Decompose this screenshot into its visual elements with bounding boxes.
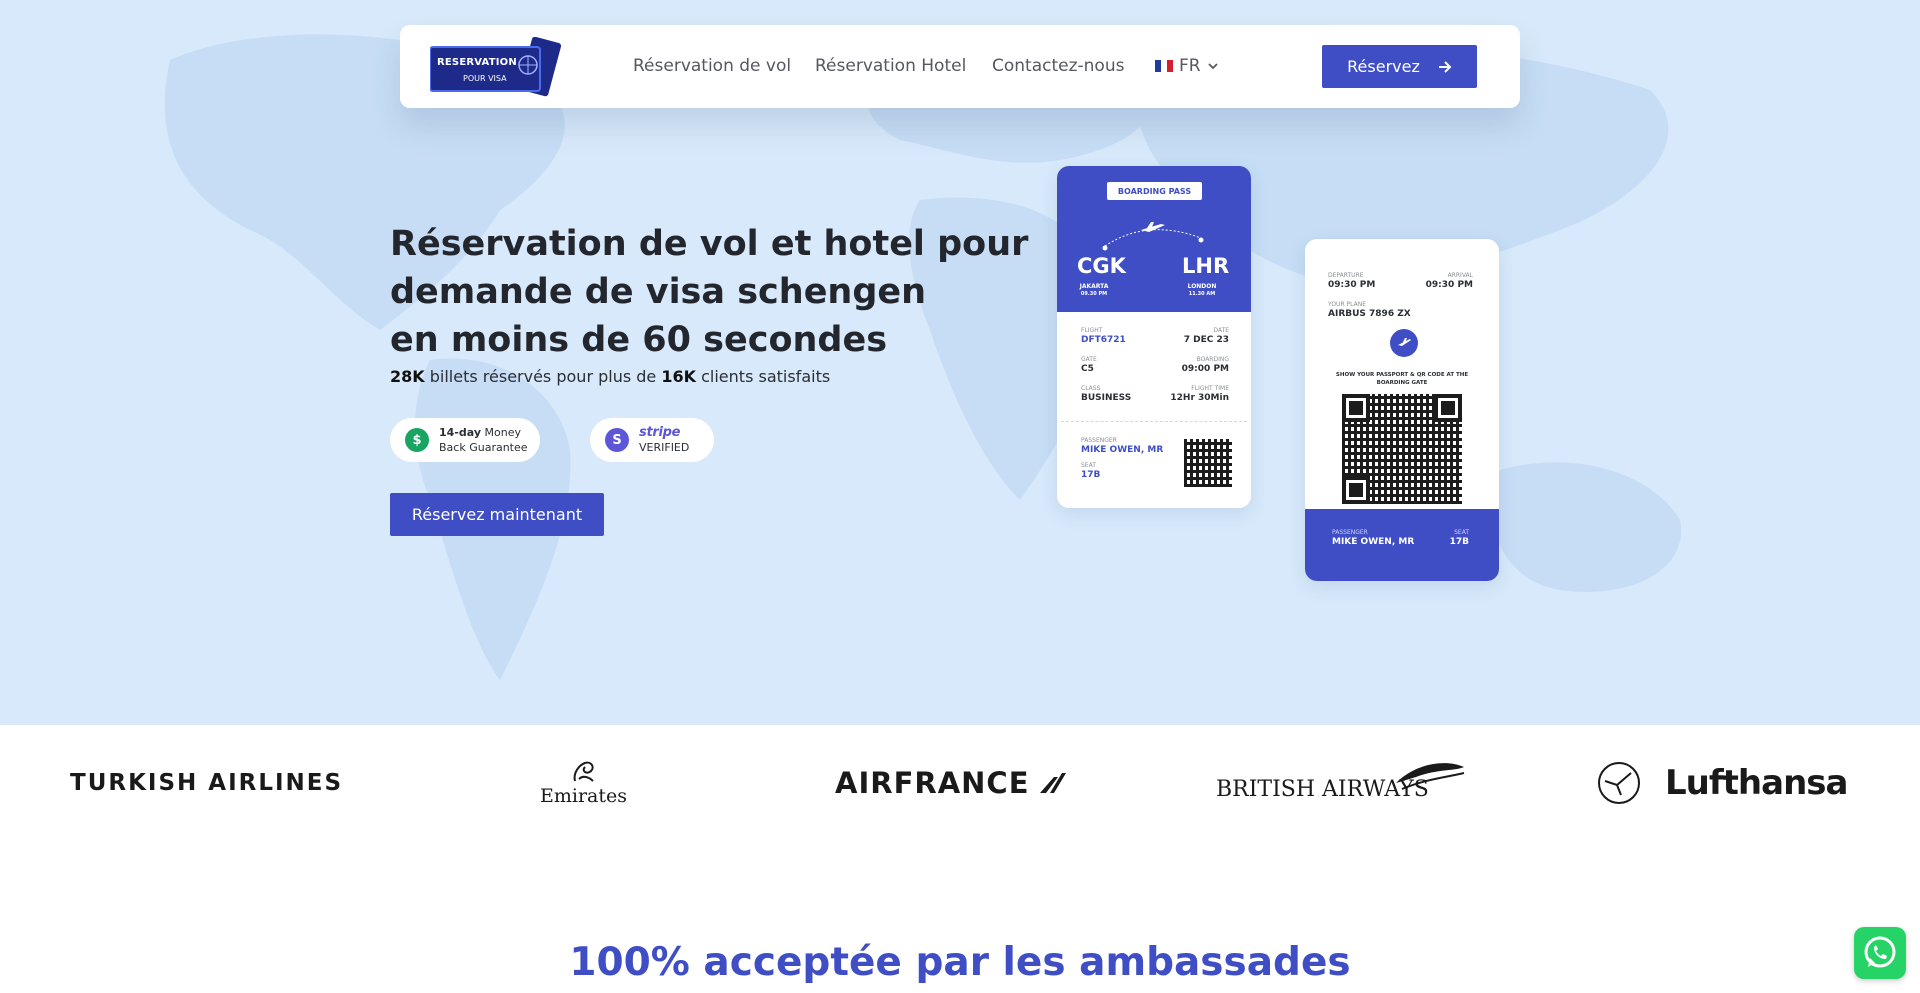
- air-france-logo: AIRFRANCE: [835, 755, 1066, 810]
- arrival-time: 09:30 PM: [1425, 280, 1473, 290]
- air-france-wordmark: AIRFRANCE: [835, 765, 1030, 800]
- guarantee-money: Money: [481, 426, 521, 439]
- origin-code: CGK: [1077, 254, 1126, 278]
- embassy-acceptance-heading: 100% acceptée par les ambassades: [569, 940, 1351, 985]
- seat-label-2: SEAT: [1454, 529, 1469, 536]
- boarding-label: BOARDING: [1196, 356, 1229, 363]
- stripe-verified-label: VERIFIED: [639, 441, 690, 454]
- class-value: BUSINESS: [1081, 393, 1132, 403]
- air-france-stripe-icon: [1039, 772, 1066, 793]
- nav-link-hotel[interactable]: Réservation Hotel: [815, 56, 966, 76]
- headline-line2: demande de visa schengen: [390, 272, 927, 312]
- emirates-emblem-icon: [573, 761, 594, 782]
- boarding-pass-header: BOARDING PASS CGK LHR JAKARTA LONDON 09.…: [1057, 166, 1251, 312]
- hero-section: RESERVATION POUR VISA Réservation de vol…: [0, 0, 1920, 725]
- clients-count: 16K: [661, 367, 697, 386]
- money-back-badge: $ 14-day Money Back Guarantee: [390, 418, 540, 462]
- passenger-name-2: MIKE OWEN, MR: [1332, 537, 1415, 547]
- airline-logos-strip: TURKISH AIRLINES Emirates AIRFRANCE BRIT…: [0, 725, 1920, 837]
- british-airways-logo: BRITISH AIRWAYS: [1216, 755, 1465, 810]
- departure-label: DEPARTURE: [1328, 272, 1364, 279]
- stripe-s-icon: S: [605, 428, 629, 452]
- airplane-icon: [1390, 329, 1418, 357]
- destination-code: LHR: [1182, 254, 1230, 278]
- crane-icon: [1598, 761, 1640, 804]
- seat-label: SEAT: [1081, 462, 1096, 469]
- france-flag-icon: [1155, 60, 1173, 72]
- boarding-pass-footer: PASSENGER MIKE OWEN, MR SEAT 17B: [1305, 509, 1499, 581]
- emirates-logo: Emirates: [540, 755, 627, 810]
- flight-date: 7 DEC 23: [1183, 335, 1229, 345]
- passenger-name: MIKE OWEN, MR: [1081, 445, 1164, 455]
- departure-time: 09:30 PM: [1328, 280, 1376, 290]
- passenger-label: PASSENGER: [1081, 437, 1117, 444]
- subtitle-mid: billets réservés pour plus de: [424, 367, 662, 386]
- guarantee-line2: Back Guarantee: [439, 441, 528, 454]
- chevron-down-icon: [1207, 63, 1218, 70]
- headline-line1: Réservation de vol et hotel pour: [390, 224, 1029, 264]
- qr-corner-tl: [1342, 394, 1370, 422]
- logo-text-line1: RESERVATION: [437, 57, 517, 68]
- gate-value: C5: [1081, 364, 1094, 374]
- flight-time-label: FLIGHT TIME: [1191, 385, 1229, 392]
- class-label: CLASS: [1081, 385, 1101, 392]
- dollar-icon: $: [405, 428, 429, 452]
- flight-time-value: 12Hr 30Min: [1170, 393, 1229, 403]
- hero-headline: Réservation de vol et hotel pour demande…: [390, 220, 1029, 364]
- arrival-label: ARRIVAL: [1447, 272, 1473, 279]
- qr-corner-tr: [1434, 394, 1462, 422]
- turkish-airlines-logo: TURKISH AIRLINES: [70, 769, 344, 796]
- destination-time: 11.30 AM: [1188, 291, 1216, 297]
- plane-label: YOUR PLANE: [1328, 301, 1367, 308]
- stripe-brand: stripe: [639, 425, 681, 440]
- whatsapp-button[interactable]: [1854, 927, 1906, 979]
- site-logo[interactable]: RESERVATION POUR VISA: [429, 36, 566, 97]
- boarding-pass-back: DEPARTURE 09:30 PM ARRIVAL 09:30 PM YOUR…: [1305, 239, 1499, 581]
- passenger-label-2: PASSENGER: [1332, 529, 1368, 536]
- destination-city: LONDON: [1187, 283, 1217, 290]
- seat-value: 17B: [1081, 470, 1101, 480]
- boarding-pass-front: BOARDING PASS CGK LHR JAKARTA LONDON 09.…: [1057, 166, 1251, 508]
- reserve-button-label: Réservez: [1347, 57, 1420, 76]
- origin-time: 09.30 PM: [1080, 291, 1108, 297]
- stripe-verified-badge: S stripe VERIFIED: [590, 418, 714, 462]
- guarantee-days: 14-day: [439, 426, 482, 439]
- logo-text-line2: POUR VISA: [463, 74, 507, 83]
- emirates-wordmark: Emirates: [540, 784, 628, 807]
- tickets-count: 28K: [390, 367, 425, 386]
- boarding-pass-label: BOARDING PASS: [1107, 182, 1202, 200]
- headline-line3: en moins de 60 secondes: [390, 320, 888, 360]
- qr-instruction: SHOW YOUR PASSPORT & QR CODE AT THE BOAR…: [1335, 372, 1469, 386]
- reserve-now-button[interactable]: Réservez maintenant: [390, 493, 604, 536]
- flight-path-icon: [1102, 222, 1204, 251]
- seat-value-2: 17B: [1449, 537, 1469, 547]
- language-label: FR: [1179, 56, 1201, 76]
- whatsapp-icon: [1864, 936, 1896, 968]
- lufthansa-logo: Lufthansa: [1597, 755, 1848, 810]
- top-navigation: RESERVATION POUR VISA Réservation de vol…: [400, 25, 1520, 108]
- language-selector[interactable]: FR: [1155, 56, 1219, 76]
- ticket-divider: [1061, 421, 1247, 422]
- plane-value: AIRBUS 7896 ZX: [1328, 309, 1411, 319]
- subtitle-end: clients satisfaits: [696, 367, 831, 386]
- nav-link-flight[interactable]: Réservation de vol: [633, 56, 791, 76]
- gate-label: GATE: [1081, 356, 1097, 363]
- arrow-right-icon: [1438, 60, 1452, 73]
- lufthansa-wordmark: Lufthansa: [1665, 762, 1848, 803]
- qr-corner-bl: [1342, 476, 1370, 504]
- speedmarque-icon: [1396, 763, 1465, 790]
- nav-link-contact[interactable]: Contactez-nous: [992, 56, 1124, 76]
- hero-subtitle: 28K billets réservés pour plus de 16K cl…: [390, 367, 830, 386]
- boarding-time: 09:00 PM: [1181, 364, 1229, 374]
- qr-code-small: [1184, 439, 1232, 487]
- origin-city: JAKARTA: [1079, 283, 1109, 290]
- date-label: DATE: [1213, 327, 1229, 334]
- reserve-button[interactable]: Réservez: [1322, 45, 1477, 88]
- flight-number: DFT6721: [1081, 335, 1126, 345]
- flight-label: FLIGHT: [1081, 327, 1103, 334]
